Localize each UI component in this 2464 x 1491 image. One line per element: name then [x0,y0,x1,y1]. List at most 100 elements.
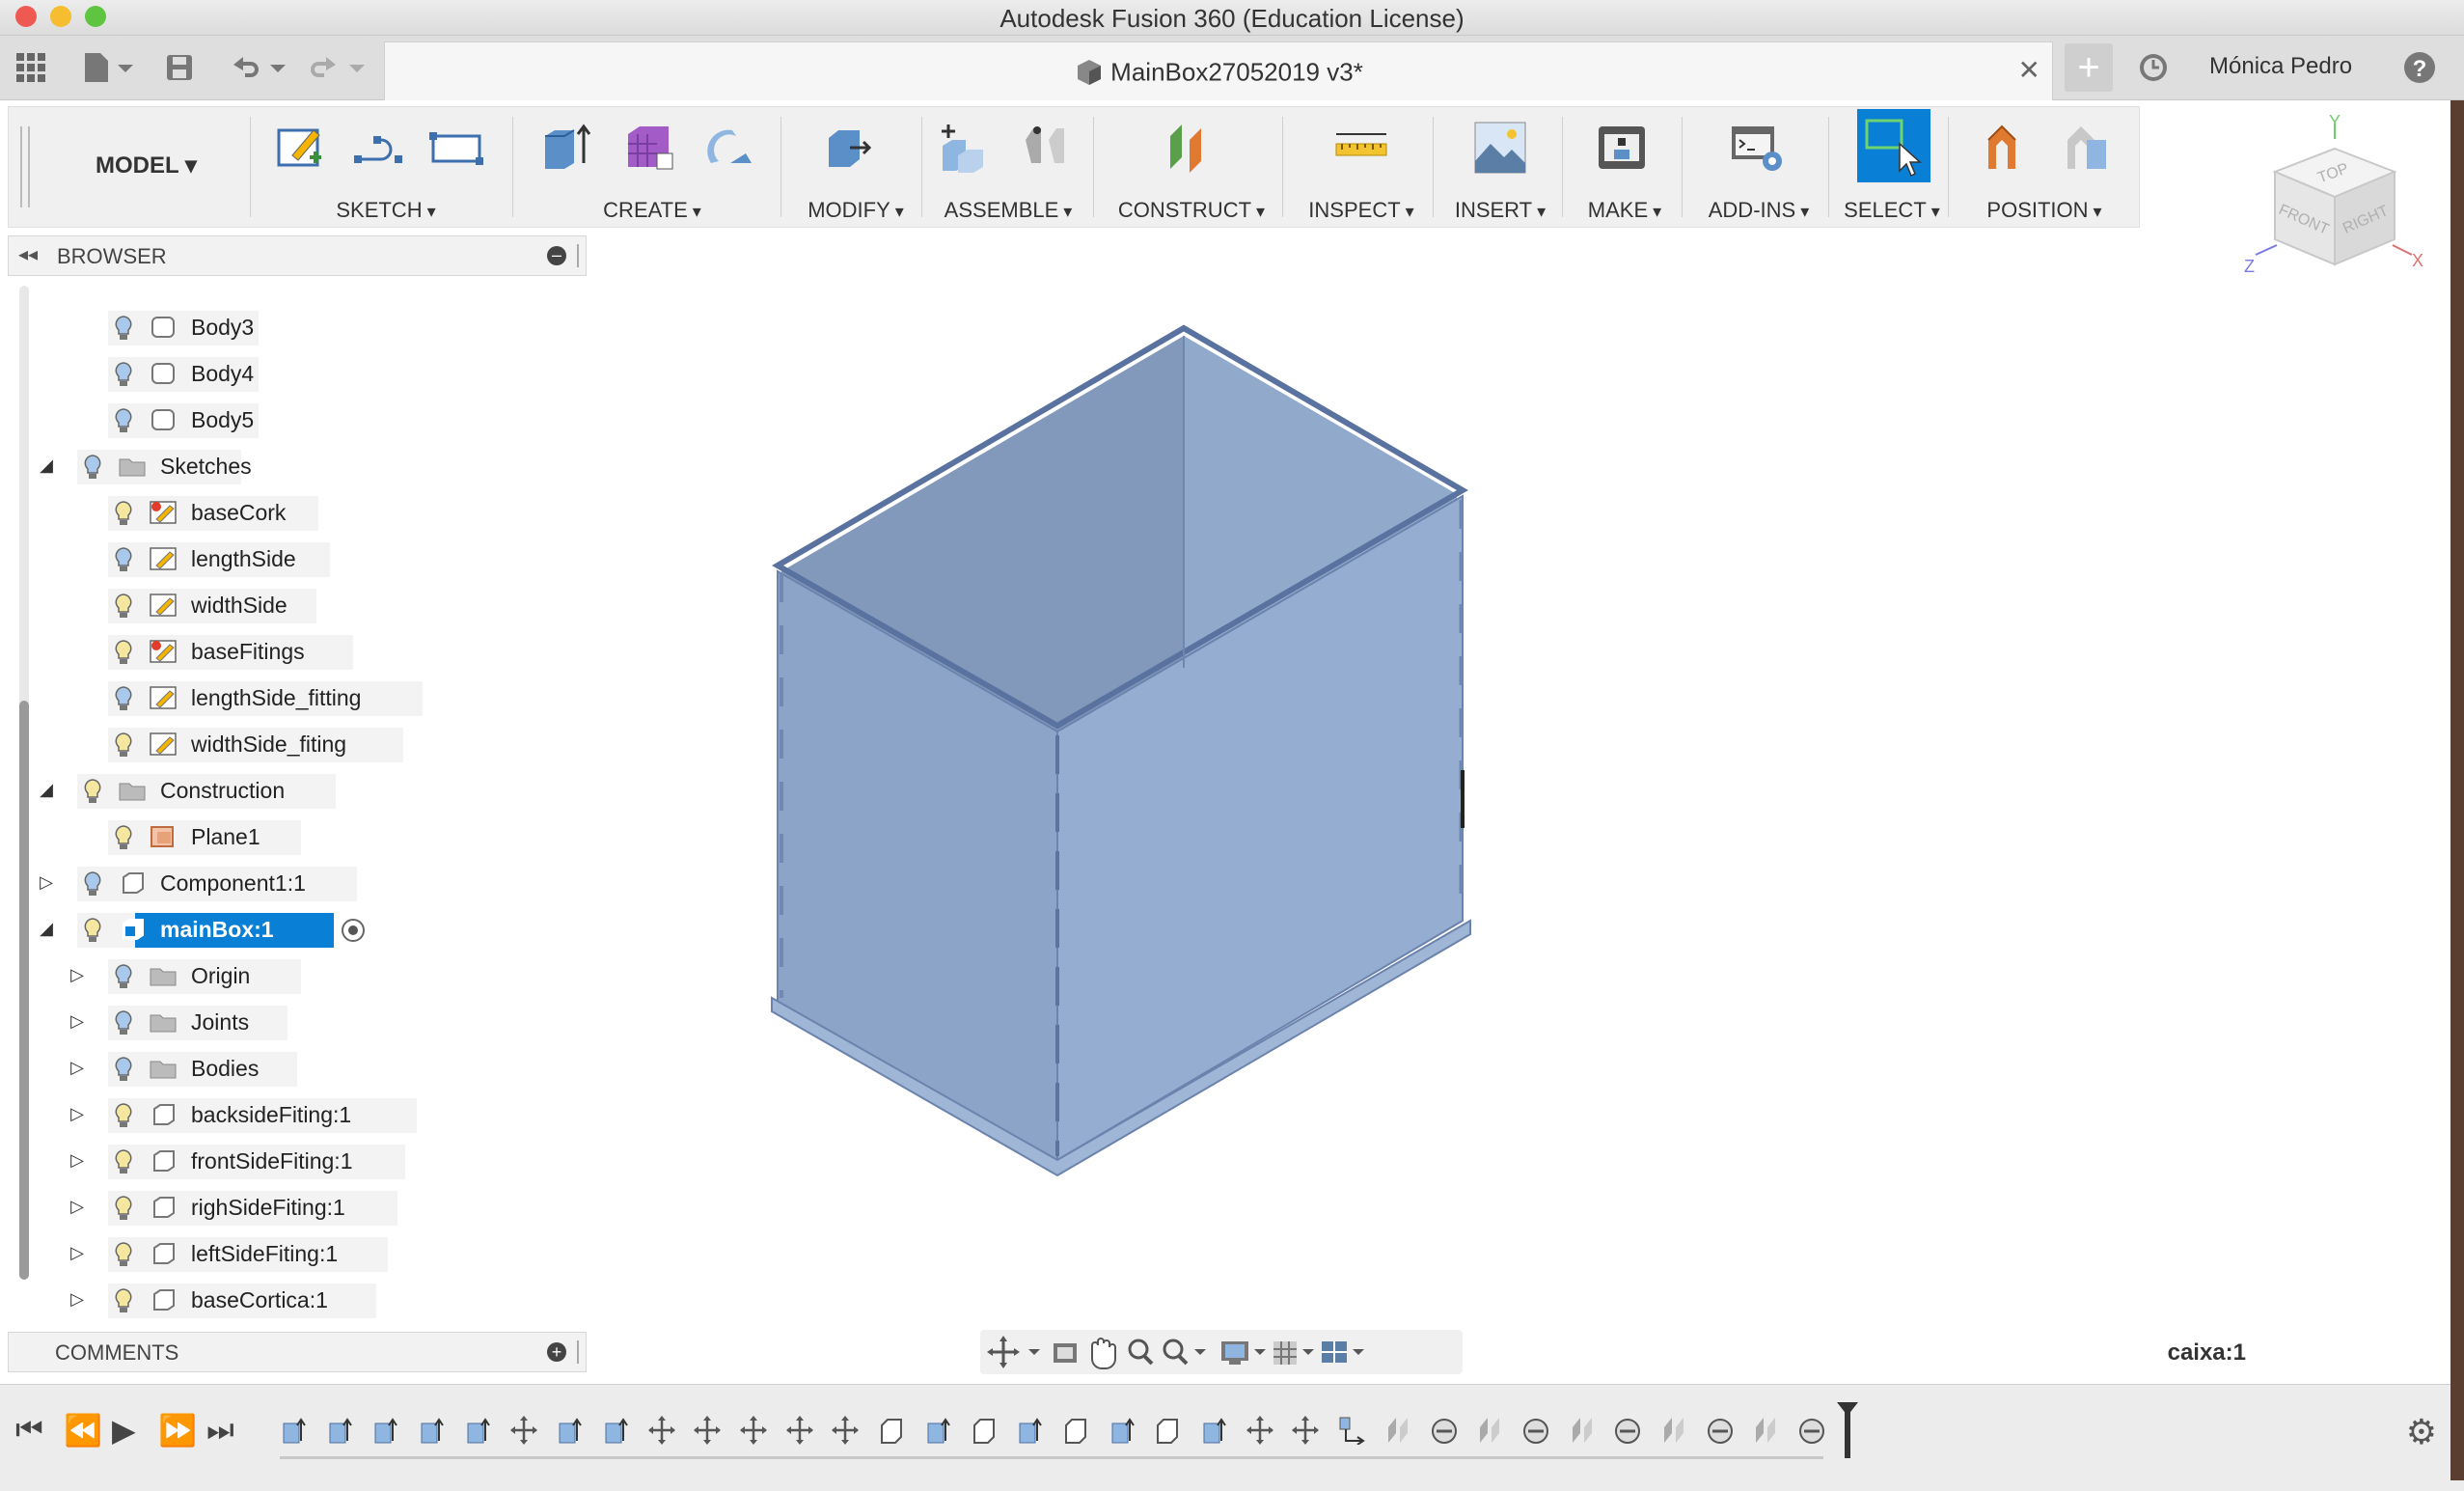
workspace-switcher[interactable]: MODEL ▾ [96,152,197,179]
visibility-bulb-icon[interactable] [114,361,133,388]
new-tab-button[interactable]: + [2065,43,2113,92]
timeline-settings-icon[interactable]: ⚙ [2406,1412,2437,1452]
browser-row[interactable]: ▷ leftSideFiting:1 [8,1233,587,1272]
collapse-browser-icon[interactable]: ◂◂ [18,242,38,266]
job-status-icon[interactable] [2136,49,2171,86]
create-group[interactable]: CREATE [522,107,782,227]
expand-arrow-icon[interactable]: ▷ [66,1058,89,1078]
visibility-bulb-icon[interactable] [114,1241,133,1268]
browser-row[interactable]: ◢ Sketches [8,446,587,484]
browser-row[interactable]: ◢ Construction [8,770,587,809]
rigid-group-feature-icon[interactable] [1569,1416,1596,1445]
press-pull-icon[interactable] [821,121,875,175]
close-tab-icon[interactable]: ✕ [2018,54,2040,86]
collapse-arrow-icon[interactable]: ◢ [35,780,58,800]
expand-arrow-icon[interactable]: ▷ [66,965,89,985]
box-model[interactable] [589,226,2464,1374]
visibility-bulb-icon[interactable] [114,1287,133,1314]
visibility-bulb-icon[interactable] [114,1148,133,1175]
expand-arrow-icon[interactable]: ▷ [66,1243,89,1263]
visibility-bulb-icon[interactable] [114,732,133,759]
extrude-feature-icon[interactable] [924,1416,951,1445]
go-to-end-icon[interactable]: ⏭ [206,1412,234,1449]
revolve-icon[interactable] [701,121,755,175]
extrude-feature-icon[interactable] [1016,1416,1043,1445]
sketch-feature-icon[interactable] [1338,1416,1365,1446]
insert-group[interactable]: INSERT [1442,107,1558,227]
browser-row[interactable]: ▷ Origin [8,955,587,994]
joint-feature-icon[interactable] [1614,1416,1641,1445]
browser-grip[interactable] [577,244,582,267]
step-forward-icon[interactable]: ⏩ [158,1412,197,1449]
component-feature-icon[interactable] [878,1416,905,1445]
browser-row[interactable]: Plane1 [8,816,587,855]
expand-arrow-icon[interactable]: ▷ [66,1289,89,1310]
extrude-feature-icon[interactable] [1109,1416,1136,1445]
expand-arrow-icon[interactable]: ▷ [35,872,58,893]
extrude-feature-icon[interactable] [326,1416,353,1445]
zoom-window-icon[interactable] [1163,1339,1206,1366]
visibility-bulb-icon[interactable] [114,1102,133,1129]
modify-group[interactable]: MODIFY [792,107,919,227]
visibility-bulb-icon[interactable] [83,454,102,481]
browser-row[interactable]: ▷ frontSideFiting:1 [8,1141,587,1179]
component-feature-icon[interactable] [1062,1416,1089,1445]
expand-arrow-icon[interactable]: ▷ [66,1104,89,1124]
browser-row[interactable]: ▷ Component1:1 [8,863,587,901]
comments-grip[interactable] [577,1340,582,1364]
app-grid-icon[interactable] [14,49,48,86]
display-settings-icon[interactable] [1221,1341,1266,1365]
move-feature-icon[interactable] [1292,1416,1320,1445]
move-feature-icon[interactable] [647,1416,675,1445]
browser-row[interactable]: lengthSide_fitting [8,677,587,716]
joint-feature-icon[interactable] [1798,1416,1825,1445]
select-button[interactable] [1857,109,1930,182]
expand-arrow-icon[interactable]: ▷ [66,1150,89,1171]
browser-row[interactable]: lengthSide [8,538,587,577]
visibility-bulb-icon[interactable] [114,1195,133,1222]
visibility-bulb-icon[interactable] [114,593,133,620]
visibility-bulb-icon[interactable] [114,1056,133,1083]
insert-image-icon[interactable] [1473,121,1527,175]
joint-feature-icon[interactable] [1707,1416,1734,1445]
timeline-marker-head[interactable] [1837,1402,1858,1416]
pan-icon[interactable] [1091,1338,1116,1369]
ribbon-grip[interactable] [20,126,30,207]
browser-minimize-icon[interactable]: – [547,246,566,265]
visibility-bulb-icon[interactable] [83,778,102,805]
help-icon[interactable]: ? [2400,49,2439,86]
browser-header[interactable]: ◂◂ BROWSER – [8,235,587,276]
play-icon[interactable]: ▶ [112,1412,136,1449]
extrude-icon[interactable] [539,121,593,175]
sketch-group[interactable]: SKETCH [261,107,510,227]
rigid-group-feature-icon[interactable] [1384,1416,1411,1445]
browser-row[interactable]: ▷ baseCortica:1 [8,1280,587,1318]
design-canvas[interactable] [589,226,2464,1374]
visibility-bulb-icon[interactable] [114,824,133,851]
undo-icon[interactable] [228,49,286,86]
collapse-arrow-icon[interactable]: ◢ [35,456,58,476]
create-sketch-icon[interactable] [273,121,327,175]
form-icon[interactable] [622,121,676,175]
make-group[interactable]: MAKE [1572,107,1678,227]
orbit-icon[interactable] [987,1336,1040,1368]
visibility-bulb-icon[interactable] [83,917,102,944]
grid-settings-icon[interactable] [1273,1341,1314,1365]
viewports-icon[interactable] [1322,1341,1364,1363]
document-tab[interactable]: MainBox27052019 v3* ✕ [384,41,2053,100]
browser-row[interactable]: widthSide [8,585,587,623]
visibility-bulb-icon[interactable] [114,546,133,573]
browser-row[interactable]: baseCork [8,492,587,531]
browser-row[interactable]: ▷ Joints [8,1002,587,1040]
visibility-bulb-icon[interactable] [114,407,133,434]
new-component-icon[interactable] [937,121,991,175]
construct-group[interactable]: CONSTRUCT [1103,107,1280,227]
browser-row[interactable]: Body3 [8,307,587,345]
move-feature-icon[interactable] [740,1416,767,1445]
line-icon[interactable] [352,121,406,175]
expand-arrow-icon[interactable]: ▷ [66,1011,89,1032]
step-back-icon[interactable]: ⏪ [64,1412,102,1449]
move-feature-icon[interactable] [509,1416,537,1445]
move-feature-icon[interactable] [694,1416,722,1445]
visibility-bulb-icon[interactable] [114,685,133,712]
